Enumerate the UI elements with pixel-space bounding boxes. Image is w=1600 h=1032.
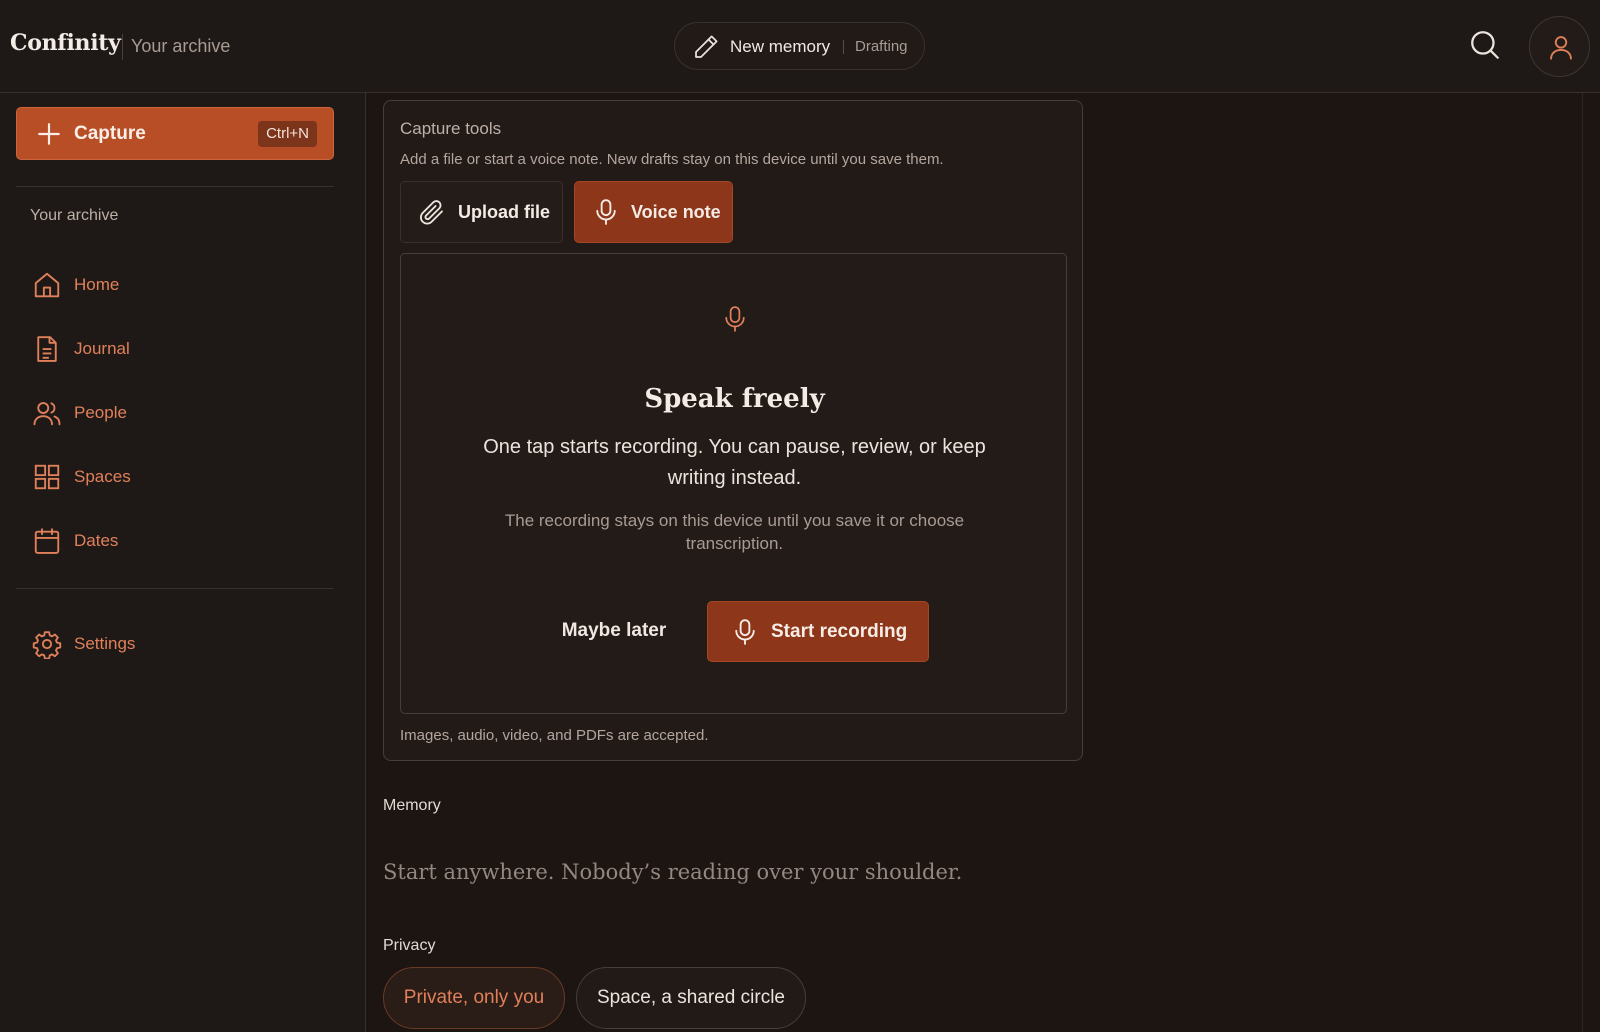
paperclip-icon (420, 200, 443, 225)
draft-status-pill[interactable]: New memory Drafting (674, 22, 925, 70)
sidebar-item-journal[interactable]: Journal (16, 323, 334, 375)
user-icon (1550, 36, 1572, 60)
sidebar-divider (16, 186, 334, 187)
recording-prompt: Speak freely One tap starts recording. Y… (400, 253, 1067, 714)
sidebar-item-label: Journal (74, 339, 130, 358)
voice-note-label: Voice note (631, 202, 721, 222)
recording-note: The recording stays on this device until… (504, 511, 965, 553)
capture-label: Capture (74, 123, 146, 144)
privacy-label: Privacy (383, 937, 436, 954)
gear-icon (32, 631, 62, 659)
upload-file-label: Upload file (458, 202, 551, 222)
calendar-icon (34, 528, 60, 554)
sidebar-item-label: Dates (74, 531, 119, 550)
people-icon (33, 402, 61, 426)
grid-icon (34, 464, 60, 490)
sidebar-item-people[interactable]: People (16, 387, 334, 439)
sidebar-item-label: People (74, 403, 127, 422)
microphone-icon (596, 199, 616, 225)
start-recording-button[interactable]: Start recording (707, 601, 929, 662)
plus-icon (38, 123, 60, 145)
microphone-icon (725, 306, 745, 332)
sidebar-divider (16, 588, 334, 589)
sidebar-item-spaces[interactable]: Spaces (16, 451, 334, 503)
top-bar: Confinity Your archive New memory Drafti… (0, 0, 1600, 93)
avatar-button[interactable] (1529, 16, 1590, 77)
search-icon (1471, 31, 1499, 59)
draft-title: New memory (730, 37, 831, 56)
privacy-option-private[interactable]: Private, only you (383, 967, 565, 1029)
privacy-option-space[interactable]: Space, a shared circle (576, 967, 806, 1029)
home-icon (34, 272, 60, 298)
draft-status: Drafting (855, 38, 908, 55)
content-edge (1582, 93, 1583, 1032)
section-title: Your archive (131, 36, 231, 56)
sidebar: Capture Ctrl+N Your archive Home Journal… (0, 93, 366, 1032)
sidebar-item-home[interactable]: Home (16, 259, 334, 311)
draft-divider (843, 40, 844, 54)
upload-file-button[interactable]: Upload file (400, 181, 563, 243)
accepted-formats-note: Images, audio, video, and PDFs are accep… (400, 727, 709, 744)
capture-tools-panel: Capture tools Add a file or start a voic… (383, 100, 1083, 761)
capture-shortcut: Ctrl+N (258, 121, 317, 147)
sidebar-item-settings[interactable]: Settings (16, 618, 334, 670)
memory-label: Memory (383, 797, 441, 814)
recording-lead: One tap starts recording. You can pause,… (483, 436, 986, 489)
brand-divider (122, 34, 123, 60)
sidebar-item-label: Home (74, 275, 120, 294)
sidebar-item-label: Settings (74, 634, 136, 653)
sidebar-heading: Your archive (30, 207, 119, 224)
memory-input[interactable] (383, 850, 1083, 894)
recording-title: Speak freely (644, 384, 825, 414)
maybe-later-button[interactable]: Maybe later (549, 601, 679, 661)
microphone-icon (735, 619, 755, 645)
search-button[interactable] (1468, 28, 1502, 62)
start-recording-label: Start recording (771, 621, 908, 642)
panel-title: Capture tools (400, 119, 502, 138)
sidebar-item-dates[interactable]: Dates (16, 515, 334, 567)
brand-logo[interactable]: Confinity (10, 30, 121, 56)
voice-note-button[interactable]: Voice note (574, 181, 733, 243)
panel-description: Add a file or start a voice note. New dr… (400, 151, 944, 168)
document-icon (37, 336, 57, 362)
capture-button[interactable]: Capture Ctrl+N (16, 107, 334, 160)
sidebar-item-label: Spaces (74, 467, 131, 486)
pencil-icon (695, 35, 718, 58)
